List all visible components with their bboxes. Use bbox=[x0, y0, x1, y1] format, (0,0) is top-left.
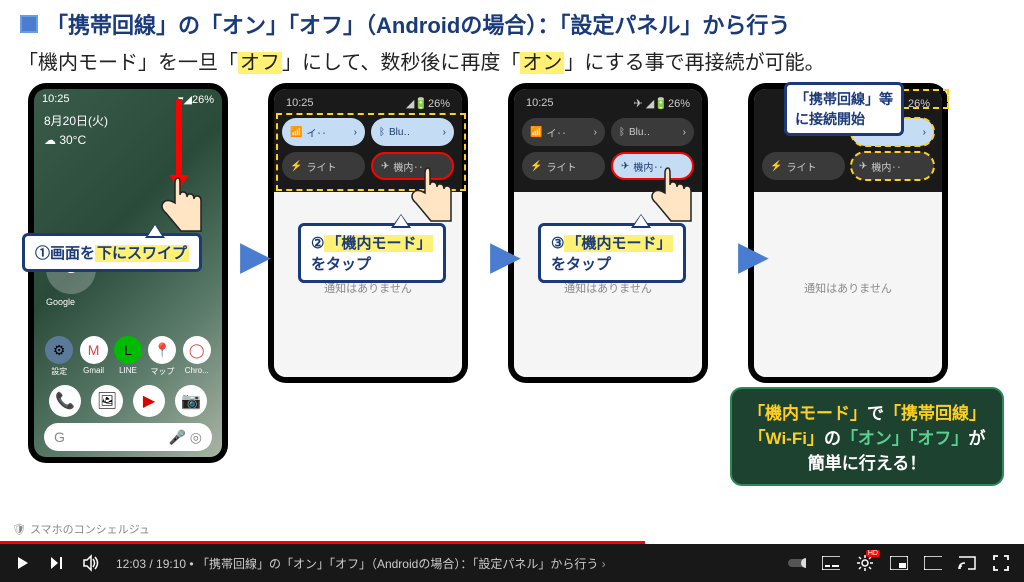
miniplayer-button[interactable] bbox=[890, 554, 908, 572]
slide-title: 「携帯回線」の「オン」「オフ」（Androidの場合）：「設定パネル」から行う bbox=[46, 8, 790, 40]
phone-1: 10:25 ▾◢26% 8月20日(火) ☁ 30°C G Google ⚙設定… bbox=[28, 83, 228, 463]
arrow-right-icon: ▶ bbox=[490, 233, 521, 279]
weather: ☁ 30°C bbox=[34, 131, 222, 149]
arrow-right-icon: ▶ bbox=[240, 233, 271, 279]
date: 8月20日(火) bbox=[34, 110, 222, 131]
player-controls: 12:03 / 19:10 • 「携帯回線」の「オン」「オフ」（Androidの… bbox=[0, 544, 1024, 582]
captions-button[interactable] bbox=[822, 554, 840, 572]
channel-watermark: 🛡 スマホのコンシェルジュ bbox=[12, 521, 150, 537]
bt-tile: ᛒBlu‥› bbox=[611, 118, 694, 146]
settings-button[interactable]: HD bbox=[856, 554, 874, 572]
next-button[interactable] bbox=[48, 554, 66, 572]
wifi-tile: 📶イ‥› bbox=[522, 118, 605, 146]
play-button[interactable] bbox=[14, 554, 32, 572]
title-marker-icon bbox=[20, 15, 38, 33]
fullscreen-button[interactable] bbox=[992, 554, 1010, 572]
dock: 📞 🖼 ▶ 📷 bbox=[44, 385, 212, 417]
search-bar: G🎤 ◎ bbox=[44, 423, 212, 451]
phone-3: 10:25✈ ◢🔋26% 📶イ‥› ᛒBlu‥› ⚡ライト ✈機内‥ 通知はあり… bbox=[508, 83, 708, 383]
slide-title-row: 「携帯回線」の「オン」「オフ」（Androidの場合）：「設定パネル」から行う bbox=[0, 0, 1024, 44]
arrow-right-icon: ▶ bbox=[738, 233, 769, 279]
notification-area: 通知はありません bbox=[754, 198, 942, 377]
autoplay-toggle[interactable] bbox=[788, 554, 806, 572]
status-bar: 10:25 ▾◢26% bbox=[34, 89, 222, 110]
cast-button[interactable] bbox=[958, 554, 976, 572]
volume-button[interactable] bbox=[82, 554, 100, 572]
light-tile: ⚡ライト bbox=[522, 152, 605, 180]
apps-row: ⚙設定 MGmail LLINE 📍マップ ◯Chro... bbox=[34, 336, 222, 377]
timecode: 12:03 / 19:10 • 「携帯回線」の「オン」「オフ」（Androidの… bbox=[116, 555, 606, 572]
callout-1: ①画面を下にスワイプ bbox=[22, 233, 202, 272]
hand-icon bbox=[408, 163, 458, 223]
video-content: 「携帯回線」の「オン」「オフ」（Androidの場合）：「設定パネル」から行う … bbox=[0, 0, 1024, 544]
callout-3: ③「機内モード」をタップ bbox=[538, 223, 686, 283]
callout-connect: 「携帯回線」等に接続開始 bbox=[784, 82, 904, 136]
airplane-tile: ✈機内‥ bbox=[851, 152, 934, 180]
light-tile: ⚡ライト bbox=[762, 152, 845, 180]
google-label: Google bbox=[46, 297, 75, 307]
callout-2: ②「機内モード」をタップ bbox=[298, 223, 446, 283]
tip-box: 「機内モード」で「携帯回線」 「Wi-Fi」の「オン」「オフ」が 簡単に行える！ bbox=[730, 387, 1004, 486]
hand-icon bbox=[648, 163, 698, 223]
phone-2: 10:25◢🔋26% 📶イ‥› ᛒBlu‥› ⚡ライト ✈機内‥ 通知はありませ… bbox=[268, 83, 468, 383]
slide-subtitle: 「機内モード」を一旦「オフ」にして、数秒後に再度「オン」にする事で再接続が可能。 bbox=[0, 44, 1024, 83]
hand-icon bbox=[158, 173, 208, 233]
theater-button[interactable] bbox=[924, 554, 942, 572]
